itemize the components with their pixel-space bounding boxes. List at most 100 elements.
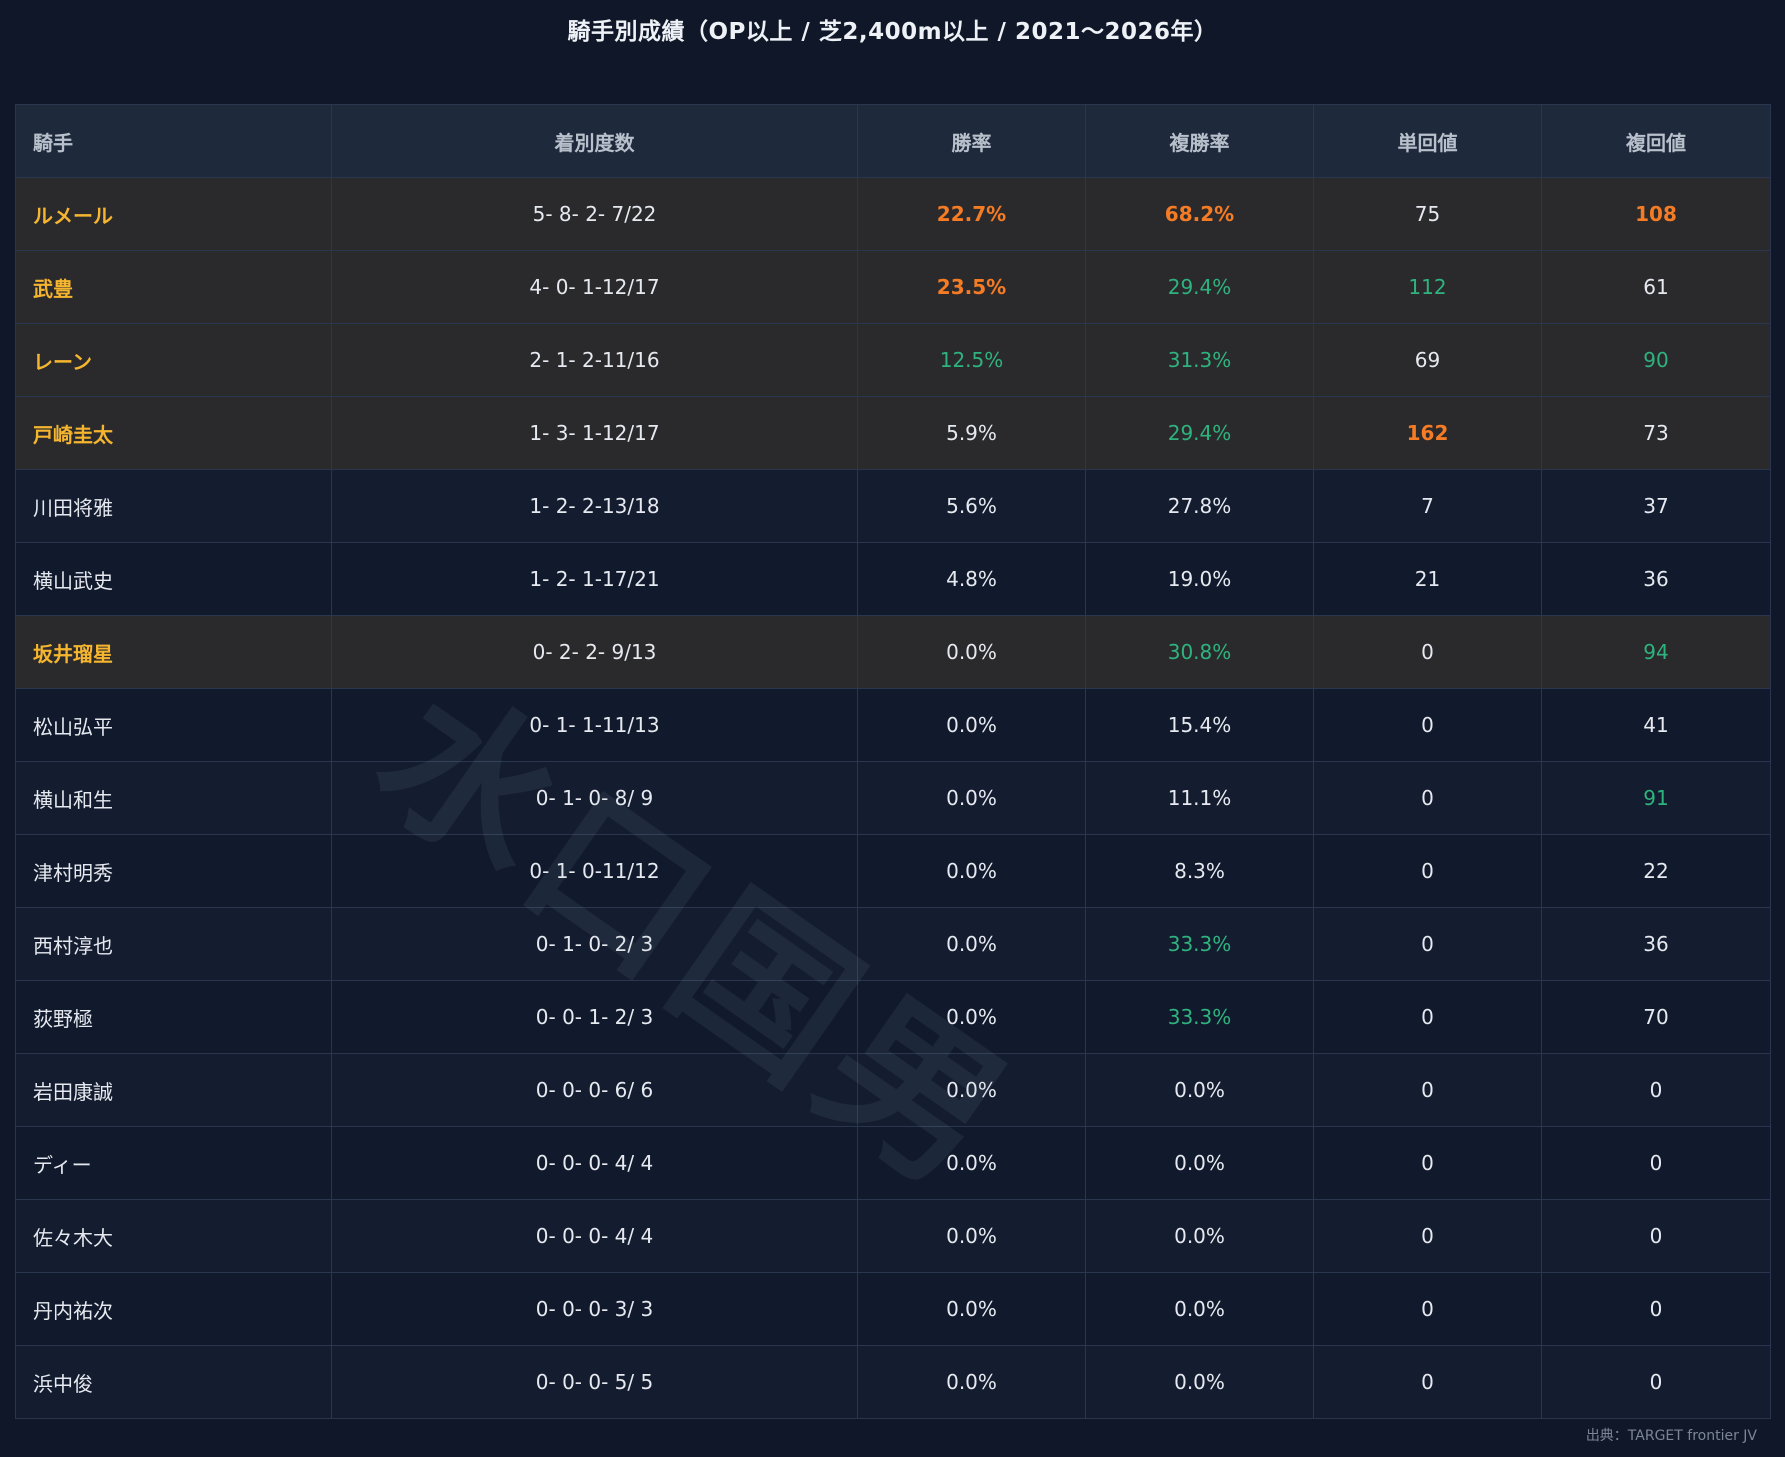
win-return-cell: 75 (1313, 177, 1542, 251)
win-return-cell: 0 (1313, 834, 1542, 908)
win-return-cell: 0 (1313, 761, 1542, 835)
place-return-cell: 41 (1541, 688, 1771, 762)
record-cell: 2- 1- 2-11/16 (331, 323, 858, 397)
jockey-name-cell: 佐々木大 (15, 1199, 332, 1273)
win-rate-cell: 0.0% (857, 1126, 1086, 1200)
table-row: 坂井瑠星 0- 2- 2- 9/13 0.0% 30.8% 0 94 (15, 615, 1771, 689)
place-return-cell: 22 (1541, 834, 1771, 908)
table-row: 荻野極 0- 0- 1- 2/ 3 0.0% 33.3% 0 70 (15, 980, 1771, 1054)
jockey-name-cell: 横山和生 (15, 761, 332, 835)
place-rate-cell: 27.8% (1085, 469, 1314, 543)
column-header-place-rate[interactable]: 複勝率 (1085, 104, 1314, 178)
place-rate-cell: 11.1% (1085, 761, 1314, 835)
jockey-name-cell: ディー (15, 1126, 332, 1200)
table-row: 津村明秀 0- 1- 0-11/12 0.0% 8.3% 0 22 (15, 834, 1771, 908)
win-rate-cell: 0.0% (857, 615, 1086, 689)
table-row: 横山武史 1- 2- 1-17/21 4.8% 19.0% 21 36 (15, 542, 1771, 616)
column-header-win-return[interactable]: 単回値 (1313, 104, 1542, 178)
place-return-cell: 0 (1541, 1199, 1771, 1273)
place-rate-cell: 19.0% (1085, 542, 1314, 616)
record-cell: 0- 0- 0- 3/ 3 (331, 1272, 858, 1346)
column-header-jockey[interactable]: 騎手 (15, 104, 332, 178)
place-return-cell: 36 (1541, 907, 1771, 981)
place-return-cell: 73 (1541, 396, 1771, 470)
win-return-cell: 0 (1313, 1345, 1542, 1419)
record-cell: 1- 2- 2-13/18 (331, 469, 858, 543)
win-rate-cell: 0.0% (857, 688, 1086, 762)
place-rate-cell: 29.4% (1085, 396, 1314, 470)
win-return-cell: 112 (1313, 250, 1542, 324)
win-return-cell: 0 (1313, 907, 1542, 981)
jockey-name-cell: 武豊 (15, 250, 332, 324)
place-return-cell: 0 (1541, 1053, 1771, 1127)
column-header-record[interactable]: 着別度数 (331, 104, 858, 178)
win-rate-cell: 0.0% (857, 980, 1086, 1054)
win-rate-cell: 0.0% (857, 834, 1086, 908)
record-cell: 0- 0- 0- 4/ 4 (331, 1126, 858, 1200)
win-rate-cell: 5.6% (857, 469, 1086, 543)
record-cell: 4- 0- 1-12/17 (331, 250, 858, 324)
place-return-cell: 70 (1541, 980, 1771, 1054)
place-return-cell: 0 (1541, 1345, 1771, 1419)
place-return-cell: 37 (1541, 469, 1771, 543)
table-row: 武豊 4- 0- 1-12/17 23.5% 29.4% 112 61 (15, 250, 1771, 324)
place-rate-cell: 33.3% (1085, 907, 1314, 981)
jockey-stats-table: 騎手 着別度数 勝率 複勝率 単回値 複回値 ルメール 5- 8- 2- 7/22… (15, 104, 1771, 1419)
place-return-cell: 91 (1541, 761, 1771, 835)
place-return-cell: 0 (1541, 1126, 1771, 1200)
jockey-name-cell: レーン (15, 323, 332, 397)
record-cell: 0- 0- 0- 5/ 5 (331, 1345, 858, 1419)
jockey-name-cell: 岩田康誠 (15, 1053, 332, 1127)
table-row: レーン 2- 1- 2-11/16 12.5% 31.3% 69 90 (15, 323, 1771, 397)
place-return-cell: 90 (1541, 323, 1771, 397)
record-cell: 1- 2- 1-17/21 (331, 542, 858, 616)
win-return-cell: 0 (1313, 1126, 1542, 1200)
jockey-name-cell: 松山弘平 (15, 688, 332, 762)
jockey-name-cell: 戸崎圭太 (15, 396, 332, 470)
place-rate-cell: 31.3% (1085, 323, 1314, 397)
source-credit: 出典：TARGET frontier JV (1585, 1428, 1757, 1444)
place-rate-cell: 0.0% (1085, 1126, 1314, 1200)
place-return-cell: 0 (1541, 1272, 1771, 1346)
table-row: 佐々木大 0- 0- 0- 4/ 4 0.0% 0.0% 0 0 (15, 1199, 1771, 1273)
table-row: 松山弘平 0- 1- 1-11/13 0.0% 15.4% 0 41 (15, 688, 1771, 762)
win-return-cell: 0 (1313, 688, 1542, 762)
place-rate-cell: 30.8% (1085, 615, 1314, 689)
win-return-cell: 0 (1313, 1199, 1542, 1273)
record-cell: 5- 8- 2- 7/22 (331, 177, 858, 251)
place-rate-cell: 29.4% (1085, 250, 1314, 324)
jockey-name-cell: 丹内祐次 (15, 1272, 332, 1346)
record-cell: 0- 1- 0-11/12 (331, 834, 858, 908)
table-row: ルメール 5- 8- 2- 7/22 22.7% 68.2% 75 108 (15, 177, 1771, 251)
jockey-name-cell: 横山武史 (15, 542, 332, 616)
place-rate-cell: 0.0% (1085, 1345, 1314, 1419)
win-return-cell: 0 (1313, 1272, 1542, 1346)
win-rate-cell: 4.8% (857, 542, 1086, 616)
record-cell: 0- 1- 1-11/13 (331, 688, 858, 762)
record-cell: 0- 1- 0- 8/ 9 (331, 761, 858, 835)
place-return-cell: 36 (1541, 542, 1771, 616)
page-title: 騎手別成績（OP以上 / 芝2,400m以上 / 2021～2026年） (567, 19, 1218, 45)
column-header-win-rate[interactable]: 勝率 (857, 104, 1086, 178)
record-cell: 0- 0- 0- 6/ 6 (331, 1053, 858, 1127)
win-return-cell: 0 (1313, 615, 1542, 689)
table-row: 横山和生 0- 1- 0- 8/ 9 0.0% 11.1% 0 91 (15, 761, 1771, 835)
jockey-name-cell: ルメール (15, 177, 332, 251)
win-rate-cell: 0.0% (857, 1272, 1086, 1346)
place-rate-cell: 33.3% (1085, 980, 1314, 1054)
table-row: 浜中俊 0- 0- 0- 5/ 5 0.0% 0.0% 0 0 (15, 1345, 1771, 1419)
table-row: ディー 0- 0- 0- 4/ 4 0.0% 0.0% 0 0 (15, 1126, 1771, 1200)
place-rate-cell: 8.3% (1085, 834, 1314, 908)
win-return-cell: 162 (1313, 396, 1542, 470)
table-row: 西村淳也 0- 1- 0- 2/ 3 0.0% 33.3% 0 36 (15, 907, 1771, 981)
table-row: 川田将雅 1- 2- 2-13/18 5.6% 27.8% 7 37 (15, 469, 1771, 543)
place-rate-cell: 68.2% (1085, 177, 1314, 251)
record-cell: 1- 3- 1-12/17 (331, 396, 858, 470)
win-rate-cell: 22.7% (857, 177, 1086, 251)
place-return-cell: 108 (1541, 177, 1771, 251)
win-rate-cell: 12.5% (857, 323, 1086, 397)
record-cell: 0- 0- 1- 2/ 3 (331, 980, 858, 1054)
table-body: ルメール 5- 8- 2- 7/22 22.7% 68.2% 75 108 武豊 4- 0- … (15, 177, 1771, 1419)
column-header-place-return[interactable]: 複回値 (1541, 104, 1771, 178)
win-rate-cell: 0.0% (857, 1053, 1086, 1127)
